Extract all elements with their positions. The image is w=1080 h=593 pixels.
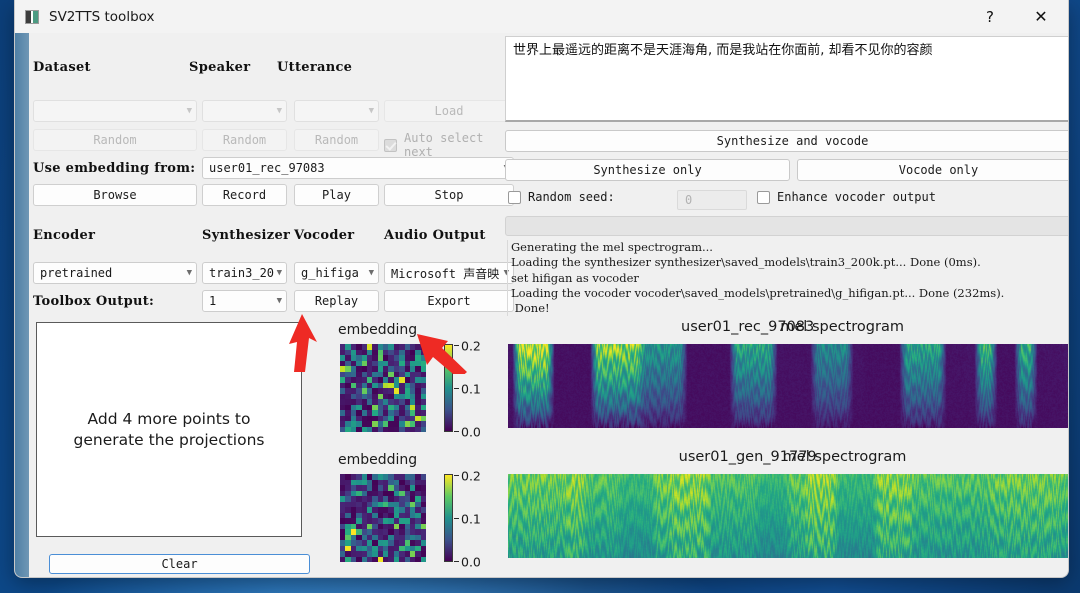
vocoder-header: Vocoder bbox=[294, 228, 354, 243]
chevron-down-icon: ▼ bbox=[277, 296, 282, 306]
colorbar-2 bbox=[444, 474, 453, 562]
random-seed-label: Random seed: bbox=[528, 190, 615, 204]
random-dataset-button[interactable]: Random bbox=[33, 129, 197, 151]
random-speaker-button[interactable]: Random bbox=[202, 129, 287, 151]
toolbox-output-label: Toolbox Output: bbox=[33, 294, 154, 309]
browse-button[interactable]: Browse bbox=[33, 184, 197, 206]
auto-select-next-checkbox[interactable]: Auto select next bbox=[384, 131, 503, 159]
embedding-heatmap-1 bbox=[340, 344, 426, 432]
enhance-vocoder-output-checkbox[interactable]: Enhance vocoder output bbox=[757, 190, 936, 204]
checkbox-icon bbox=[384, 139, 397, 152]
random-seed-checkbox[interactable]: Random seed: bbox=[508, 190, 615, 204]
colorbar-tick-2-0: 0.2 bbox=[461, 469, 481, 484]
synthesizer-select[interactable]: train3_20 ▼ bbox=[202, 262, 287, 284]
embedding-heatmap-2 bbox=[340, 474, 426, 562]
record-button[interactable]: Record bbox=[202, 184, 287, 206]
colorbar-tick-1-0: 0.2 bbox=[461, 339, 481, 354]
colorbar-tick-1-2: 0.0 bbox=[461, 425, 481, 440]
audio-output-value: Microsoft 声音映 bbox=[391, 265, 502, 282]
enhance-vocoder-output-label: Enhance vocoder output bbox=[777, 190, 936, 204]
window-title: SV2TTS toolbox bbox=[49, 9, 154, 25]
chevron-down-icon: ▼ bbox=[277, 268, 282, 278]
app-icon bbox=[25, 10, 39, 24]
spectrogram-image-2 bbox=[508, 474, 1069, 558]
spectrogram-plot-1: user01_rec_97083mel spectrogram bbox=[505, 319, 1069, 439]
spectrogram-image-1 bbox=[508, 344, 1069, 428]
checkbox-icon bbox=[508, 191, 521, 204]
application-window: SV2TTS toolbox ? ✕ Dataset Speaker Utter… bbox=[14, 0, 1069, 578]
clear-button[interactable]: Clear bbox=[49, 554, 310, 574]
export-button[interactable]: Export bbox=[384, 290, 514, 312]
log-output: Generating the mel spectrogram... Loadin… bbox=[507, 240, 1069, 316]
audio-output-header: Audio Output bbox=[384, 228, 486, 243]
play-button[interactable]: Play bbox=[294, 184, 379, 206]
projection-message: Add 4 more points to generate the projec… bbox=[74, 409, 265, 451]
auto-select-next-label: Auto select next bbox=[404, 131, 503, 159]
checkbox-icon bbox=[757, 191, 770, 204]
utterance-select[interactable]: ▼ bbox=[294, 100, 379, 122]
vocoder-select-value: g_hifiga bbox=[301, 266, 367, 280]
embedding-plot-2: embedding 0.2 0.1 0.0 bbox=[324, 452, 514, 572]
right-panel: 世界上最遥远的距离不是天涯海角, 而是我站在你面前, 却看不见你的容颜 Synt… bbox=[505, 36, 1069, 576]
dataset-header: Dataset bbox=[33, 60, 91, 75]
random-utterance-button[interactable]: Random bbox=[294, 129, 379, 151]
spectrogram-title-1: user01_rec_97083mel spectrogram bbox=[505, 319, 1069, 335]
title-bar: SV2TTS toolbox ? ✕ bbox=[15, 0, 1069, 33]
window-left-edge bbox=[15, 0, 29, 578]
spectrogram-title-2: user01_gen_91779mel spectrogram bbox=[505, 449, 1069, 465]
utterance-text-input[interactable]: 世界上最遥远的距离不是天涯海角, 而是我站在你面前, 却看不见你的容颜 bbox=[505, 36, 1069, 122]
embedding-plot-1: embedding 0.2 0.1 0.0 bbox=[324, 322, 514, 442]
chevron-down-icon: ▼ bbox=[277, 106, 282, 116]
colorbar-tick-2-2: 0.0 bbox=[461, 555, 481, 570]
embedding-title-1: embedding bbox=[338, 322, 417, 338]
encoder-select-value: pretrained bbox=[40, 266, 185, 280]
synthesizer-header: Synthesizer bbox=[202, 228, 290, 243]
chevron-down-icon: ▼ bbox=[187, 106, 192, 116]
use-embedding-from-label: Use embedding from: bbox=[33, 161, 195, 176]
colorbar-1 bbox=[444, 344, 453, 432]
replay-button[interactable]: Replay bbox=[294, 290, 379, 312]
toolbox-output-value: 1 bbox=[209, 294, 275, 308]
colorbar-tick-1-1: 0.1 bbox=[461, 382, 481, 397]
utterance-header: Utterance bbox=[277, 60, 352, 75]
speaker-select[interactable]: ▼ bbox=[202, 100, 287, 122]
embedding-source-value: user01_rec_97083 bbox=[209, 161, 502, 175]
audio-output-select[interactable]: Microsoft 声音映 ▼ bbox=[384, 262, 514, 284]
load-button[interactable]: Load bbox=[384, 100, 514, 122]
vocoder-select[interactable]: g_hifiga ▼ bbox=[294, 262, 379, 284]
spectrogram-1-suffix: mel spectrogram bbox=[780, 319, 904, 335]
chevron-down-icon: ▼ bbox=[369, 268, 374, 278]
dataset-select[interactable]: ▼ bbox=[33, 100, 197, 122]
help-button[interactable]: ? bbox=[967, 0, 1013, 33]
close-button[interactable]: ✕ bbox=[1018, 0, 1064, 33]
chevron-down-icon: ▼ bbox=[187, 268, 192, 278]
encoder-select[interactable]: pretrained ▼ bbox=[33, 262, 197, 284]
embedding-source-select[interactable]: user01_rec_97083 ▼ bbox=[202, 157, 514, 179]
synthesize-and-vocode-button[interactable]: Synthesize and vocode bbox=[505, 130, 1069, 152]
spectrogram-plot-2: user01_gen_91779mel spectrogram bbox=[505, 449, 1069, 569]
umap-projection-plot[interactable]: Add 4 more points to generate the projec… bbox=[36, 322, 302, 537]
encoder-header: Encoder bbox=[33, 228, 95, 243]
stop-button[interactable]: Stop bbox=[384, 184, 514, 206]
colorbar-tick-2-1: 0.1 bbox=[461, 512, 481, 527]
chevron-down-icon: ▼ bbox=[369, 106, 374, 116]
progress-bar bbox=[505, 216, 1069, 236]
speaker-header: Speaker bbox=[189, 60, 250, 75]
toolbox-output-select[interactable]: 1 ▼ bbox=[202, 290, 287, 312]
synthesizer-select-value: train3_20 bbox=[209, 266, 275, 280]
left-panel: Dataset Speaker Utterance ▼ ▼ ▼ Load Ran… bbox=[29, 36, 503, 576]
embedding-title-2: embedding bbox=[338, 452, 417, 468]
random-seed-input[interactable]: 0 bbox=[677, 190, 747, 210]
spectrogram-2-suffix: mel spectrogram bbox=[783, 449, 907, 465]
vocode-only-button[interactable]: Vocode only bbox=[797, 159, 1069, 181]
synthesize-only-button[interactable]: Synthesize only bbox=[505, 159, 790, 181]
